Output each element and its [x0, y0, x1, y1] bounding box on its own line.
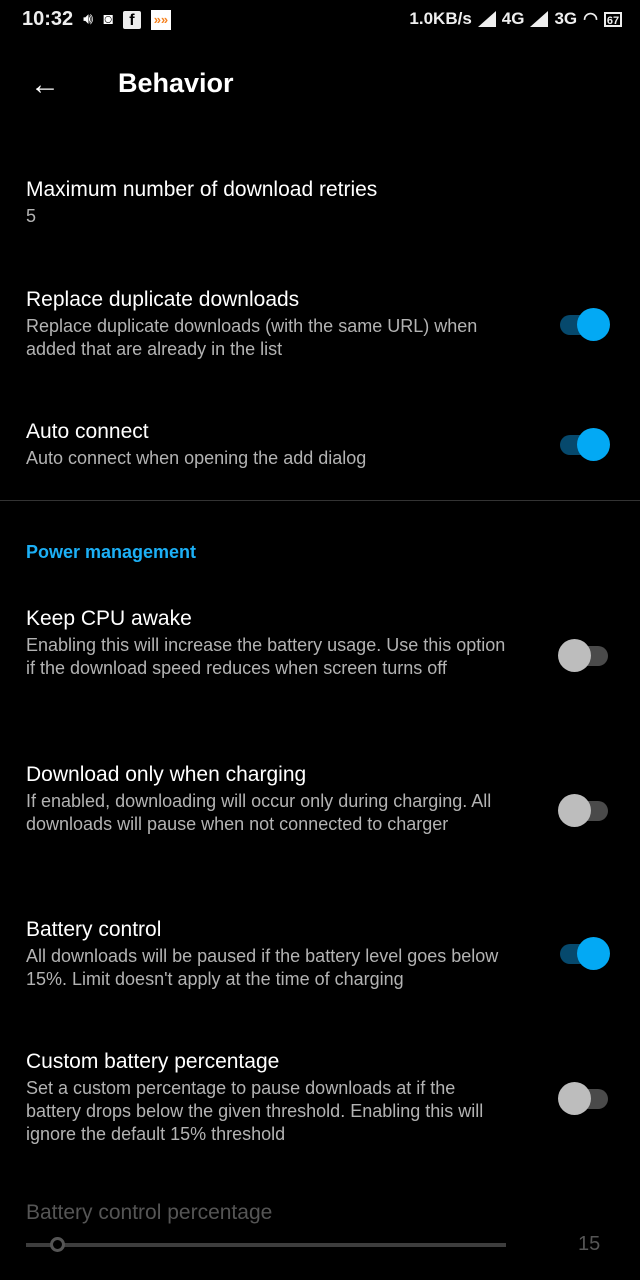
custom-battery-toggle[interactable]	[558, 1081, 610, 1115]
pref-title: Keep CPU awake	[26, 607, 192, 630]
download-charging-toggle[interactable]	[558, 793, 610, 827]
pref-title: Custom battery percentage	[26, 1050, 280, 1073]
divider	[0, 500, 640, 501]
battery-icon: 67	[604, 11, 622, 27]
keep-cpu-awake-toggle[interactable]	[558, 638, 610, 672]
volume-icon: 🔊︎	[83, 10, 94, 28]
discord-icon: ◙	[103, 10, 113, 28]
pref-battery-control[interactable]: Battery control All downloads will be pa…	[26, 918, 640, 991]
pref-download-charging[interactable]: Download only when charging If enabled, …	[26, 763, 640, 836]
slider-thumb[interactable]	[50, 1237, 65, 1252]
pref-replace-duplicates[interactable]: Replace duplicate downloads Replace dupl…	[26, 288, 640, 361]
pref-summary: Auto connect when opening the add dialog	[26, 448, 367, 468]
slider-title: Battery control percentage	[26, 1201, 273, 1224]
battery-percentage-slider[interactable]	[26, 1237, 506, 1252]
status-bar: 10:32 🔊︎ ◙ f »» 1.0KB/s 4G 3G ◠ 67	[0, 0, 640, 40]
pref-summary: 5	[26, 206, 37, 226]
page-title: Behavior	[118, 68, 234, 98]
pref-max-retries[interactable]: Maximum number of download retries 5	[26, 178, 640, 228]
signal-icon	[477, 11, 496, 27]
clock: 10:32	[22, 8, 74, 30]
wifi-icon: ◠	[583, 9, 598, 28]
pref-custom-battery[interactable]: Custom battery percentage Set a custom p…	[26, 1050, 640, 1146]
auto-connect-toggle[interactable]	[558, 427, 610, 461]
pref-auto-connect[interactable]: Auto connect Auto connect when opening t…	[26, 420, 640, 470]
app-bar: ← Behavior	[0, 40, 640, 130]
app-notification-icon: »»	[150, 9, 171, 30]
pref-title: Maximum number of download retries	[26, 178, 378, 201]
facebook-icon: f	[122, 10, 141, 29]
category-power-management: Power management	[26, 542, 197, 562]
slider-track	[26, 1243, 506, 1247]
pref-summary: All downloads will be paused if the batt…	[26, 946, 499, 989]
pref-summary: If enabled, downloading will occur only …	[26, 791, 492, 834]
network-type-2: 3G	[554, 9, 578, 28]
battery-control-toggle[interactable]	[558, 936, 610, 970]
pref-title: Auto connect	[26, 420, 149, 443]
replace-duplicates-toggle[interactable]	[558, 307, 610, 341]
signal-icon	[530, 11, 549, 27]
pref-title: Battery control	[26, 918, 162, 941]
pref-summary: Replace duplicate downloads (with the sa…	[26, 316, 478, 359]
net-speed: 1.0KB/s	[409, 9, 472, 28]
network-type-1: 4G	[501, 9, 525, 28]
pref-keep-cpu-awake[interactable]: Keep CPU awake Enabling this will increa…	[26, 607, 640, 680]
pref-title: Replace duplicate downloads	[26, 288, 300, 311]
pref-title: Download only when charging	[26, 763, 307, 786]
slider-value: 15	[578, 1233, 601, 1255]
pref-summary: Enabling this will increase the battery …	[26, 635, 506, 678]
arrow-left-icon[interactable]: ←	[30, 68, 60, 102]
pref-summary: Set a custom percentage to pause downloa…	[26, 1078, 484, 1144]
